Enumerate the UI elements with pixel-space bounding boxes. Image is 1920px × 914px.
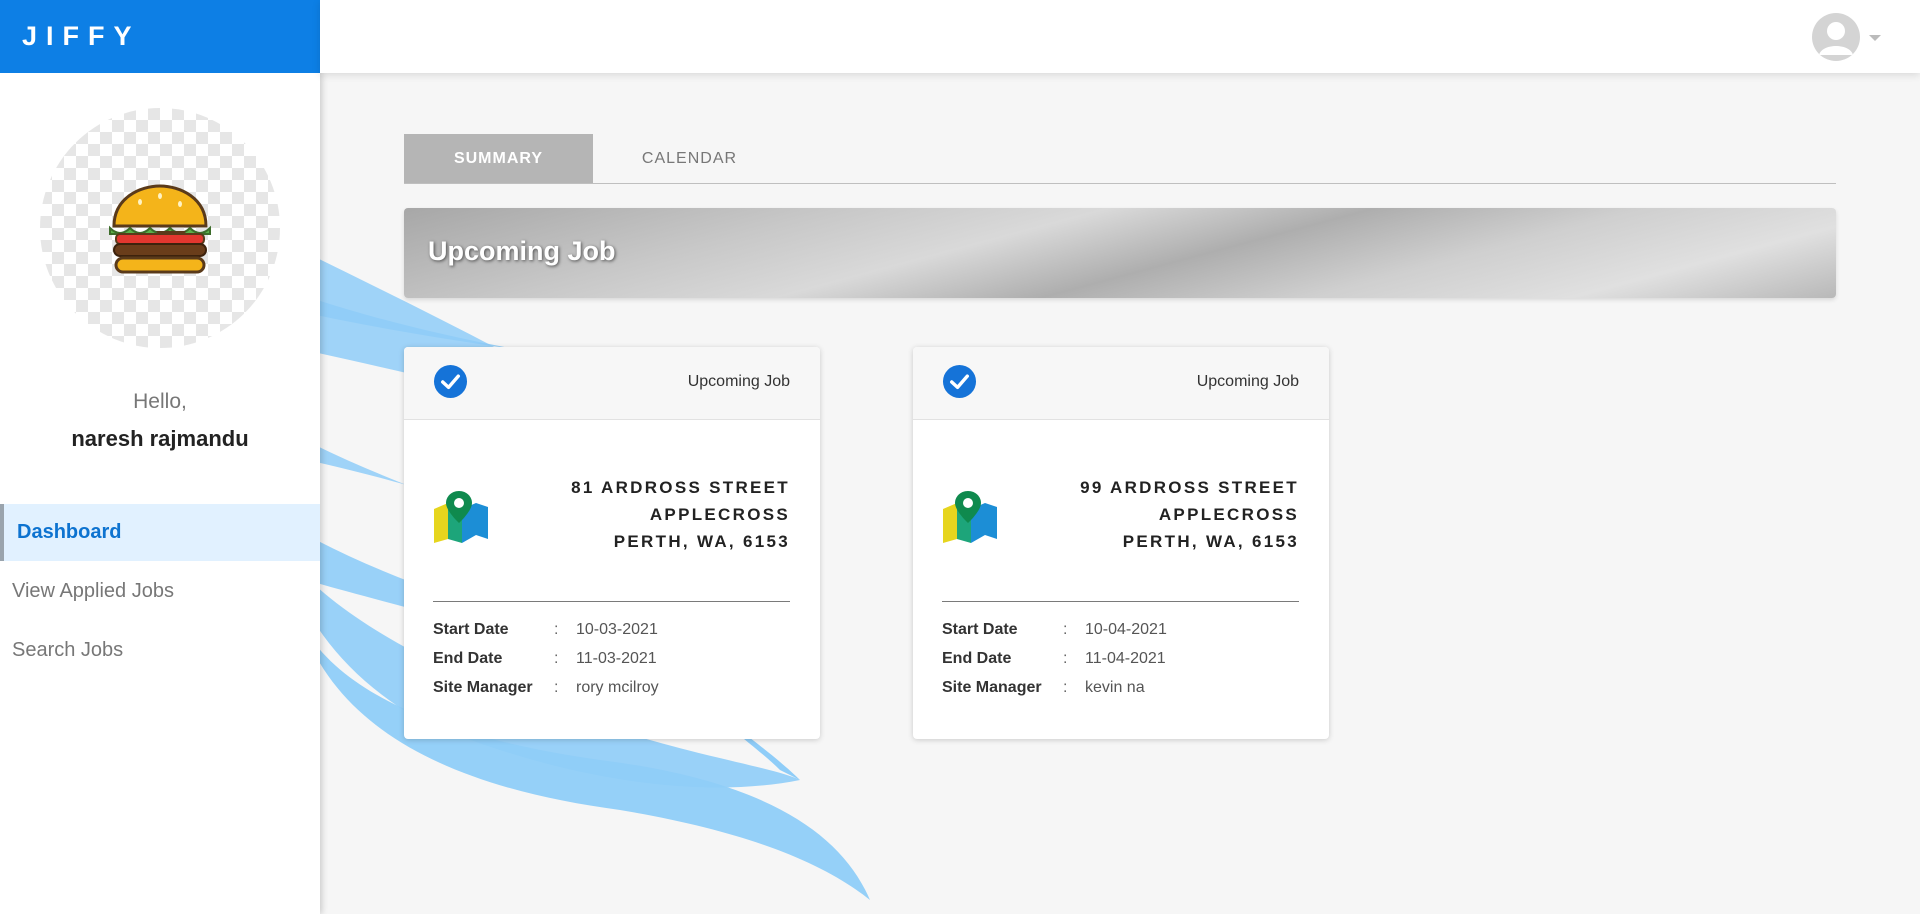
detail-value: 10-03-2021	[576, 621, 658, 638]
section-banner: Upcoming Job	[404, 208, 1836, 298]
detail-separator: :	[554, 650, 559, 667]
detail-label: Site Manager	[942, 679, 1042, 696]
tab-calendar[interactable]: CALENDAR	[593, 134, 786, 183]
sidebar-item-dashboard[interactable]: Dashboard	[0, 504, 320, 561]
detail-row-site-manager: Site Manager : kevin na	[942, 675, 1299, 704]
detail-label: Site Manager	[433, 679, 533, 696]
detail-separator: :	[1063, 679, 1068, 696]
detail-label: Start Date	[942, 621, 1018, 638]
job-address: 99 ARDROSS STREET APPLECROSS PERTH, WA, …	[1080, 474, 1299, 555]
map-pin-icon	[943, 491, 997, 543]
detail-value: 11-04-2021	[1085, 650, 1166, 667]
chevron-down-icon	[1869, 35, 1881, 41]
tab-summary[interactable]: SUMMARY	[404, 134, 593, 183]
job-card[interactable]: Upcoming Job 99 ARDROSS STREET APPLECROS…	[913, 347, 1329, 739]
job-card-header: Upcoming Job	[913, 347, 1329, 420]
address-line: APPLECROSS	[1158, 505, 1299, 524]
job-details: Start Date : 10-03-2021 End Date : 11-03…	[433, 617, 790, 704]
detail-value: 10-04-2021	[1085, 621, 1167, 638]
greeting-text: Hello,	[133, 390, 187, 413]
detail-row-start-date: Start Date : 10-04-2021	[942, 617, 1299, 646]
detail-separator: :	[554, 621, 559, 638]
map-pin-icon	[434, 491, 488, 543]
banner-title: Upcoming Job	[428, 236, 616, 266]
address-line: PERTH, WA, 6153	[613, 532, 790, 551]
sidebar-item-view-applied-jobs[interactable]: View Applied Jobs	[0, 563, 320, 620]
check-circle-icon	[433, 364, 468, 399]
user-avatar-icon	[1812, 13, 1860, 61]
job-details: Start Date : 10-04-2021 End Date : 11-04…	[942, 617, 1299, 704]
detail-separator: :	[1063, 650, 1068, 667]
job-status-label: Upcoming Job	[1196, 373, 1299, 390]
job-card[interactable]: Upcoming Job 81 ARDROSS STREET APPLECROS…	[404, 347, 820, 739]
sidebar-nav: Dashboard View Applied Jobs Search Jobs	[0, 504, 320, 679]
check-circle-icon	[942, 364, 977, 399]
top-header	[320, 0, 1920, 73]
main-content: SUMMARY CALENDAR Upcoming Job Upcoming J…	[404, 134, 1836, 739]
detail-value: 11-03-2021	[576, 650, 657, 667]
profile-avatar	[40, 108, 280, 348]
detail-row-site-manager: Site Manager : rory mcilroy	[433, 675, 790, 704]
brand-logo[interactable]: JIFFY	[0, 0, 320, 73]
detail-label: End Date	[433, 650, 503, 667]
sidebar-item-search-jobs[interactable]: Search Jobs	[0, 622, 320, 679]
user-name: naresh rajmandu	[71, 426, 249, 451]
profile-menu-button[interactable]	[1812, 13, 1884, 61]
job-address: 81 ARDROSS STREET APPLECROSS PERTH, WA, …	[571, 474, 790, 555]
detail-label: Start Date	[433, 621, 509, 638]
detail-value: rory mcilroy	[576, 679, 659, 696]
address-line: APPLECROSS	[649, 505, 790, 524]
detail-row-start-date: Start Date : 10-03-2021	[433, 617, 790, 646]
divider	[433, 601, 790, 602]
address-line: PERTH, WA, 6153	[1122, 532, 1299, 551]
detail-separator: :	[554, 679, 559, 696]
sidebar: JIFFY Hello, naresh rajmandu Dashboard V…	[0, 0, 320, 914]
job-status-label: Upcoming Job	[687, 373, 790, 390]
detail-label: End Date	[942, 650, 1012, 667]
address-line: 99 ARDROSS STREET	[1080, 478, 1299, 497]
detail-row-end-date: End Date : 11-04-2021	[942, 646, 1299, 675]
detail-separator: :	[1063, 621, 1068, 638]
tab-bar: SUMMARY CALENDAR	[404, 134, 1836, 184]
address-line: 81 ARDROSS STREET	[571, 478, 790, 497]
divider	[942, 601, 1299, 602]
burger-icon	[109, 184, 211, 274]
job-card-header: Upcoming Job	[404, 347, 820, 420]
detail-row-end-date: End Date : 11-03-2021	[433, 646, 790, 675]
detail-value: kevin na	[1085, 679, 1145, 696]
